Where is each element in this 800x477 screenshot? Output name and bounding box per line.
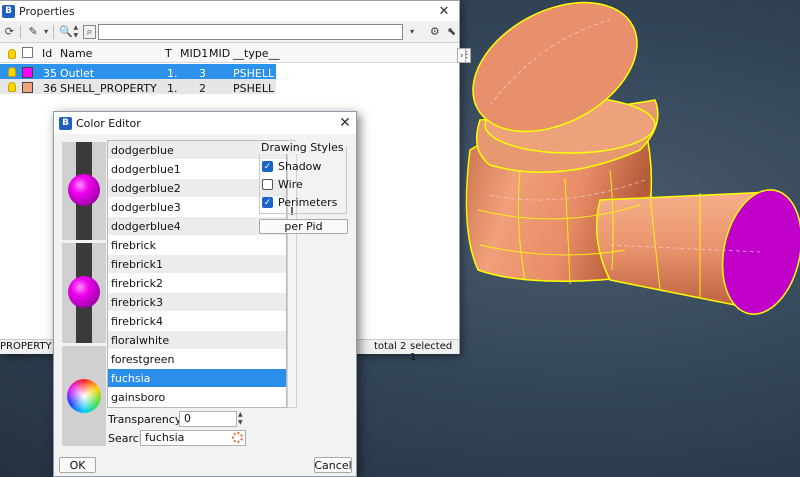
perimeters-label: Perimeters — [278, 196, 338, 209]
color-wheel-panel — [62, 346, 106, 446]
list-item[interactable]: firebrick4 — [108, 312, 286, 331]
list-item[interactable]: firebrick — [108, 236, 286, 255]
color-editor-dialog: B Color Editor ✕ dodgerblue dodgerblue1 … — [53, 111, 357, 477]
pointer-icon[interactable]: ⬉ — [444, 24, 459, 40]
per-pid-button[interactable]: per Pid — [259, 219, 348, 234]
zoom-icon[interactable]: 🔍 — [59, 24, 74, 40]
status-total: total 2 — [374, 341, 407, 352]
visibility-bulb-icon[interactable] — [8, 67, 16, 77]
color-wheel[interactable] — [67, 379, 101, 413]
table-header: Id Name T MID1 MID __type__ ▽ ▾ ☰ › — [0, 44, 471, 63]
list-item[interactable]: forestgreen — [108, 350, 286, 369]
perimeters-checkbox[interactable]: ✓ Perimeters — [262, 196, 337, 209]
row-t: 1. — [167, 82, 178, 95]
properties-toolbar: ⟳ ✎ ▾ 🔍 ▲ ▼ ⌕ ▾ ⚙ ⬉ — [0, 21, 459, 43]
wire-checkbox[interactable]: Wire — [262, 178, 303, 191]
search-dropdown-icon[interactable]: ▾ — [405, 24, 420, 40]
row-id: 36 — [43, 82, 57, 95]
row-type: PSHELL — [233, 82, 275, 95]
color-editor-titlebar: B Color Editor — [54, 112, 356, 134]
column-name[interactable]: Name — [60, 47, 92, 60]
ok-button[interactable]: OK — [59, 457, 96, 473]
color-editor-title: Color Editor — [76, 116, 141, 130]
row-mid1: 2 — [199, 82, 206, 95]
scroll-right-icon[interactable]: › — [457, 48, 466, 63]
status-selected: selected 1 — [410, 341, 453, 363]
transparency-input[interactable]: 0 — [179, 411, 237, 427]
column-id[interactable]: Id — [42, 47, 52, 60]
wire-label: Wire — [278, 178, 303, 191]
color-search-input[interactable]: fuchsia — [140, 430, 246, 446]
list-item-selected[interactable]: fuchsia — [108, 369, 286, 388]
preview-sphere — [68, 174, 100, 206]
column-mid[interactable]: MID — [209, 47, 230, 60]
shadow-preview — [62, 243, 106, 343]
toolbar-separator — [19, 24, 21, 39]
column-t[interactable]: T — [165, 47, 172, 60]
table-row[interactable]: 35 Outlet 1. 3 PSHELL — [0, 64, 276, 80]
search-icon[interactable]: ⌕ — [82, 24, 96, 39]
close-icon[interactable]: ✕ — [429, 1, 459, 21]
checkbox-unchecked-icon[interactable] — [262, 179, 273, 190]
transparency-label: Transparency — [108, 413, 182, 426]
close-icon[interactable]: ✕ — [334, 112, 356, 134]
column-type[interactable]: __type__ — [233, 47, 280, 60]
drawing-styles-title: Drawing Styles — [259, 141, 346, 154]
column-mid1[interactable]: MID1 — [180, 47, 208, 60]
transparency-spinner[interactable]: ▲ ▼ — [238, 411, 246, 427]
settings-icon[interactable]: ⚙ — [427, 24, 442, 40]
zoom-spinner[interactable]: ▲ ▼ — [74, 24, 81, 40]
list-item[interactable]: firebrick1 — [108, 255, 286, 274]
shadow-checkbox[interactable]: ✓ Shadow — [262, 160, 321, 173]
list-item[interactable]: gainsboro — [108, 388, 286, 407]
refresh-icon[interactable]: ⟳ — [2, 24, 17, 40]
properties-titlebar: B Properties — [0, 1, 459, 21]
list-item[interactable]: floralwhite — [108, 331, 286, 350]
color-header-icon[interactable] — [22, 47, 33, 58]
table-row[interactable]: 36 SHELL_PROPERTY 1. 2 PSHELL — [0, 79, 276, 95]
app-icon: B — [2, 4, 15, 18]
shadow-label: Shadow — [278, 160, 322, 173]
row-color-swatch[interactable] — [22, 82, 33, 93]
shaded-preview — [62, 142, 106, 240]
list-item[interactable]: firebrick3 — [108, 293, 286, 312]
checkbox-checked-icon[interactable]: ✓ — [262, 161, 273, 172]
list-item[interactable]: firebrick2 — [108, 274, 286, 293]
row-color-swatch[interactable] — [22, 67, 33, 78]
visibility-bulb-icon[interactable] — [8, 82, 16, 92]
row-name: SHELL_PROPERTY — [60, 82, 157, 95]
app-icon: B — [59, 116, 72, 130]
cancel-button[interactable]: Cancel — [314, 457, 352, 473]
clear-search-icon[interactable] — [232, 432, 243, 443]
properties-title: Properties — [19, 4, 75, 18]
status-left: PROPERTY — [0, 341, 52, 352]
checkbox-checked-icon[interactable]: ✓ — [262, 197, 273, 208]
chevron-down-icon[interactable]: ▾ — [42, 24, 49, 40]
preview-sphere — [68, 276, 100, 308]
toolbar-separator — [52, 24, 54, 39]
wrench-icon[interactable]: ✎ — [26, 24, 41, 40]
search-input[interactable] — [98, 23, 403, 40]
